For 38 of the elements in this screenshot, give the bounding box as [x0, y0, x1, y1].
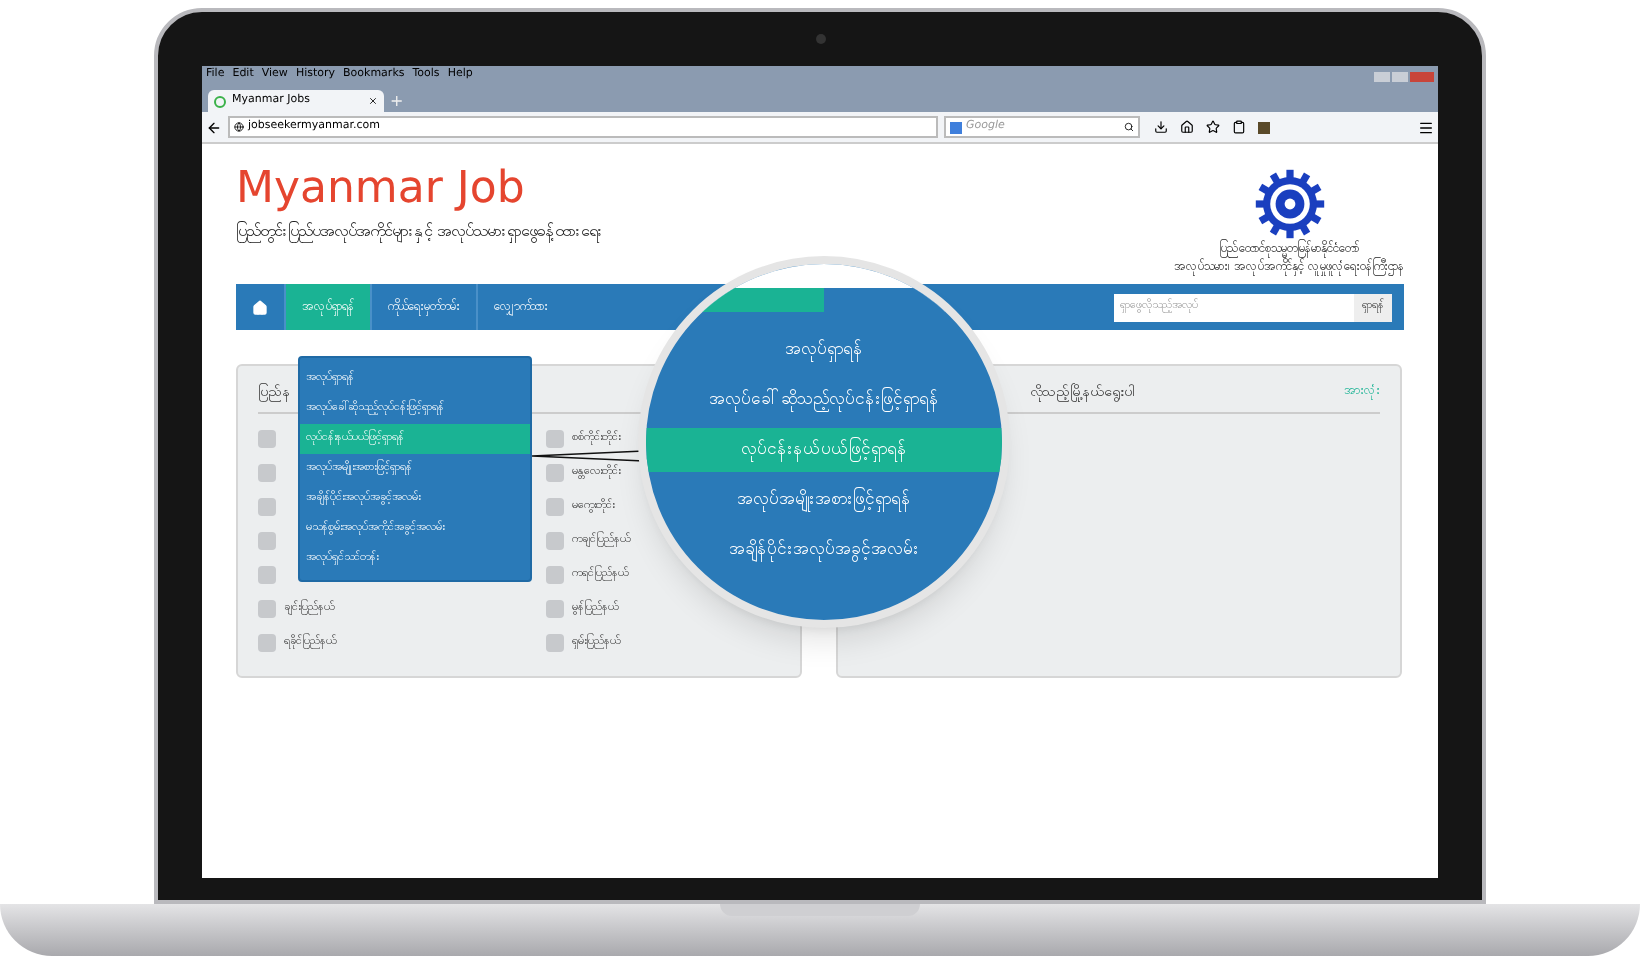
site-subtitle: ပြည်တွင်းပြည်ပအလုပ်အကိုင်များနှင့် အလုပ်သမားရှာဖွေခန့်ထားရေး [236, 220, 604, 244]
magnified-item: အချိန်ပိုင်းအလုပ်အခွင့်အလမ်း [727, 537, 921, 566]
globe-icon [234, 122, 244, 132]
leader-line [532, 450, 644, 462]
magnified-item: အလုပ်အမျိုးအစားဖြင့်ရှာရန် [735, 485, 913, 516]
checkbox[interactable] [258, 599, 276, 617]
checkbox[interactable] [258, 633, 276, 651]
clipboard-icon[interactable] [1232, 120, 1246, 134]
checkbox[interactable] [546, 497, 564, 515]
bookmark-icon[interactable] [1206, 120, 1220, 134]
checkbox[interactable] [258, 463, 276, 481]
checkbox[interactable] [546, 633, 564, 651]
checkbox[interactable] [546, 565, 564, 583]
new-tab-button[interactable]: + [390, 94, 404, 110]
magnified-item: အလုပ်ရှာရန် [783, 337, 865, 366]
minimize-icon[interactable] [1374, 71, 1390, 81]
magnified-item: လုပ်ငန်းနယ်ပယ်ဖြင့်ရှာရန် [646, 428, 1002, 472]
checkbox[interactable] [546, 429, 564, 447]
menu-icon[interactable] [1418, 119, 1434, 135]
camera-icon [815, 34, 825, 44]
home-icon [252, 299, 268, 315]
checkbox[interactable] [546, 463, 564, 481]
checkbox[interactable] [546, 531, 564, 549]
checkbox[interactable] [258, 497, 276, 515]
download-icon[interactable] [1154, 120, 1168, 134]
checkbox[interactable] [546, 599, 564, 617]
site-title: Myanmar Job [236, 168, 527, 212]
loading-icon [214, 95, 226, 107]
home-icon[interactable] [1180, 120, 1194, 134]
checkbox[interactable] [258, 531, 276, 549]
back-icon[interactable] [206, 119, 222, 135]
checkbox[interactable] [258, 429, 276, 447]
gear-logo-icon [1253, 168, 1326, 240]
checkbox[interactable] [258, 565, 276, 583]
extension-icon[interactable] [1258, 121, 1270, 133]
search-engine-icon [950, 121, 962, 133]
search-icon[interactable] [1124, 122, 1134, 132]
maximize-icon[interactable] [1392, 71, 1408, 81]
